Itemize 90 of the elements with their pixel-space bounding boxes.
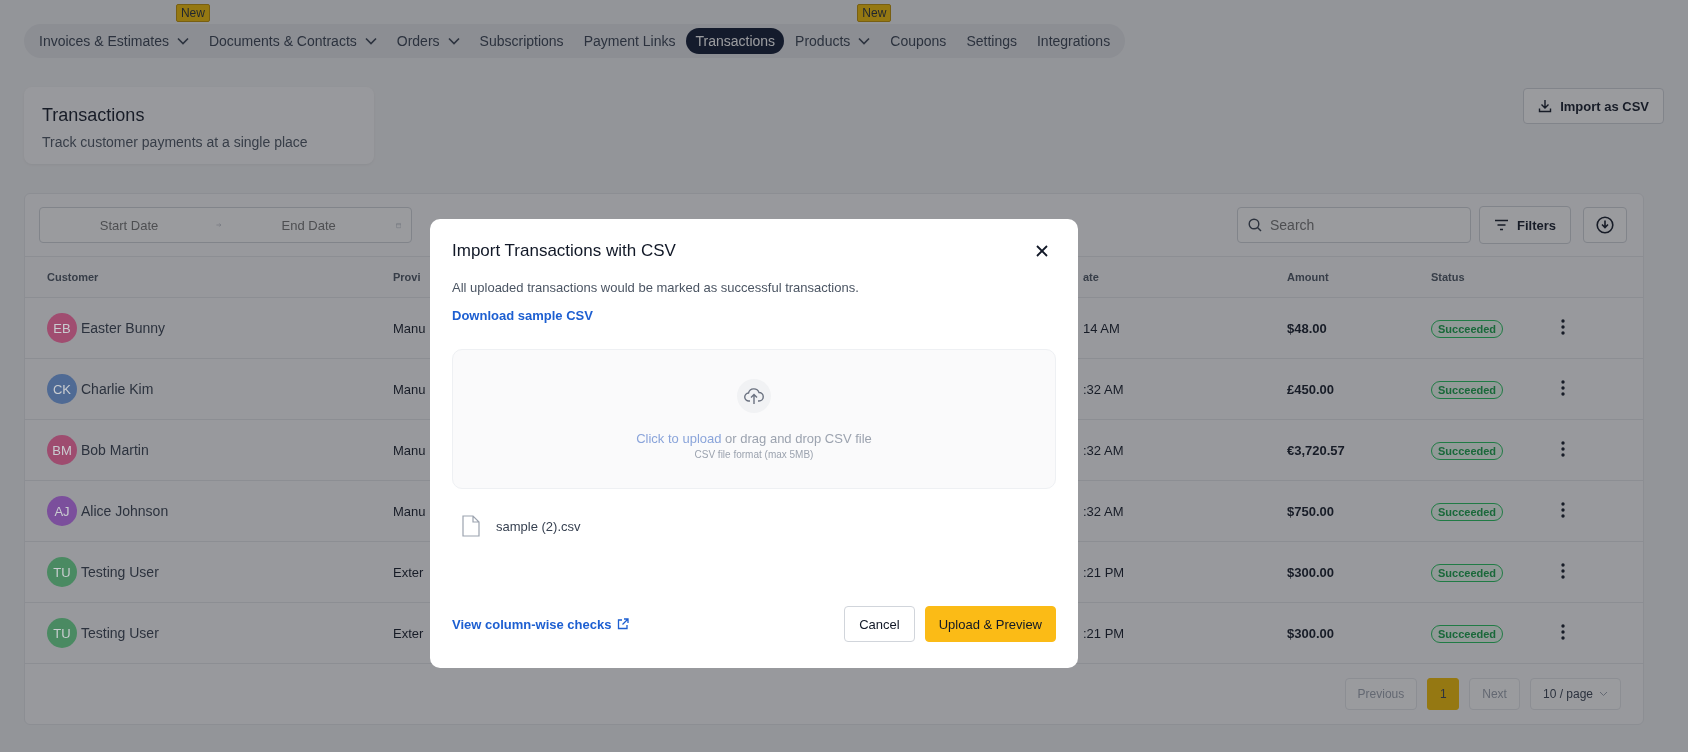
column-header: ate: [1083, 271, 1100, 283]
nav-tab[interactable]: Documents & Contracts: [199, 28, 386, 54]
download-sample-link[interactable]: Download sample CSV: [452, 308, 593, 323]
upload-cloud-icon: [737, 378, 771, 413]
upload-dropzone[interactable]: Click to upload or drag and drop CSV file CSV file format (max 5MB): [452, 349, 1056, 489]
column-checks-link[interactable]: View column-wise checks: [452, 616, 630, 632]
column-header: Status: [1431, 271, 1466, 283]
external-link-icon: [617, 618, 630, 630]
column-header: Amount: [1287, 271, 1330, 283]
status-badge: Succeeded: [1431, 442, 1504, 460]
upload-preview-button[interactable]: Upload & Preview: [924, 606, 1056, 642]
import-csv-button[interactable]: Import as CSV: [1523, 88, 1664, 124]
modal-description: All uploaded transactions would be marked as successful transactions.: [452, 280, 860, 295]
page-title: Transactions: [42, 105, 146, 126]
customer-name: Testing User: [81, 564, 159, 580]
table-cell: Manu: [393, 382, 426, 397]
more-icon[interactable]: [1561, 379, 1565, 396]
amount-cell: $300.00: [1287, 565, 1334, 580]
status-badge: Succeeded: [1431, 625, 1504, 643]
table-cell: Manu: [393, 321, 426, 336]
arrow-right-icon: [216, 220, 222, 230]
new-badge: New: [857, 4, 892, 22]
upload-link[interactable]: Click to upload: [636, 430, 722, 446]
amount-cell: $300.00: [1287, 626, 1334, 641]
table-cell: 14 AM: [1083, 321, 1120, 336]
customer-name: Easter Bunny: [81, 320, 166, 336]
file-name: sample (2).csv: [496, 518, 581, 534]
table-cell: :21 PM: [1083, 565, 1125, 580]
avatar: AJ: [47, 496, 77, 526]
amount-cell: £450.00: [1287, 382, 1334, 397]
cancel-button[interactable]: Cancel: [844, 606, 915, 642]
avatar: CK: [47, 374, 77, 404]
date-range-field[interactable]: Start Date End Date: [39, 207, 412, 243]
more-icon[interactable]: [1561, 440, 1565, 457]
more-icon[interactable]: [1561, 318, 1565, 335]
nav-tab[interactable]: Subscriptions: [470, 28, 573, 54]
amount-cell: $750.00: [1287, 504, 1334, 519]
download-button[interactable]: [1583, 207, 1627, 243]
table-cell: :32 AM: [1083, 382, 1124, 397]
filter-icon: [1494, 219, 1509, 231]
page-size-select[interactable]: 10 / page: [1529, 678, 1621, 710]
avatar: BM: [47, 435, 77, 465]
search-field[interactable]: Search: [1237, 207, 1471, 243]
status-badge: Succeeded: [1431, 381, 1504, 399]
table-cell: Manu: [393, 504, 426, 519]
page-button[interactable]: 1: [1427, 678, 1460, 710]
customer-name: Bob Martin: [81, 442, 149, 458]
more-icon[interactable]: [1561, 562, 1565, 579]
customer-name: Alice Johnson: [81, 503, 169, 519]
more-icon[interactable]: [1561, 501, 1565, 518]
customer-name: Testing User: [81, 625, 159, 641]
status-badge: Succeeded: [1431, 564, 1504, 582]
file-icon: [462, 515, 480, 537]
column-header: Customer: [47, 271, 100, 283]
new-badge: New: [175, 4, 210, 22]
nav-tab[interactable]: Integrations: [1027, 28, 1120, 54]
nav-tab[interactable]: Payment Links: [574, 28, 685, 54]
column-header: Provi: [393, 271, 422, 283]
filters-button[interactable]: Filters: [1479, 206, 1571, 244]
page-subtitle: Track customer payments at a single place: [42, 134, 309, 150]
table-cell: :21 PM: [1083, 626, 1125, 641]
table-cell: Exter: [393, 565, 424, 580]
table-cell: Exter: [393, 626, 424, 641]
chevron-down-icon: [1599, 691, 1608, 697]
close-icon[interactable]: [1036, 245, 1048, 257]
download-circle-icon: [1596, 216, 1614, 234]
search-icon: [1248, 218, 1262, 232]
status-badge: Succeeded: [1431, 503, 1504, 521]
more-icon[interactable]: [1561, 623, 1565, 640]
nav-tab[interactable]: Transactions: [686, 28, 785, 54]
end-date-input[interactable]: End Date: [231, 216, 386, 234]
amount-cell: $48.00: [1287, 321, 1327, 336]
customer-name: Charlie Kim: [81, 381, 154, 397]
download-icon: [1538, 99, 1553, 113]
start-date-input[interactable]: Start Date: [52, 216, 206, 234]
upload-instructions: Click to upload or drag and drop CSV file: [636, 430, 872, 446]
nav-tab[interactable]: Settings: [957, 28, 1026, 54]
nav-tab[interactable]: Orders: [387, 28, 469, 54]
table-cell: :32 AM: [1083, 504, 1124, 519]
status-badge: Succeeded: [1431, 320, 1504, 338]
table-cell: :32 AM: [1083, 443, 1124, 458]
nav-tab[interactable]: Coupons: [881, 28, 956, 54]
avatar: TU: [47, 618, 77, 648]
modal-title: Import Transactions with CSV: [452, 241, 676, 261]
search-input[interactable]: Search: [1268, 216, 1452, 234]
table-cell: Manu: [393, 443, 426, 458]
amount-cell: €3,720.57: [1287, 443, 1345, 458]
avatar: EB: [47, 313, 77, 343]
upload-hint: CSV file format (max 5MB): [694, 448, 814, 460]
avatar: TU: [47, 557, 77, 587]
